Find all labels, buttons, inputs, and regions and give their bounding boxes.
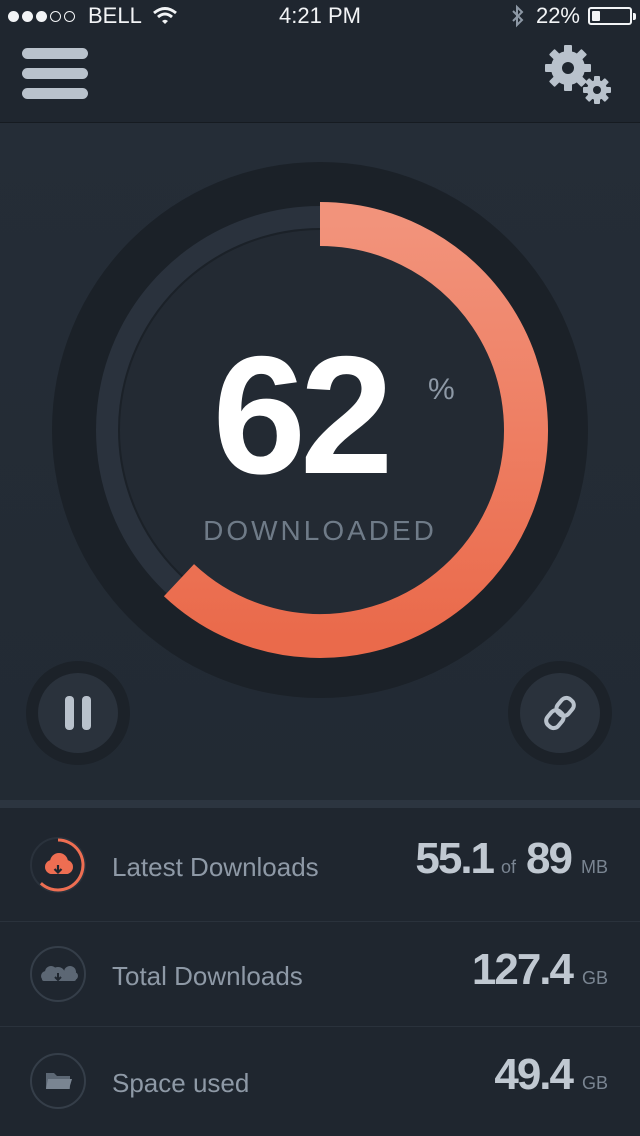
hamburger-menu-icon[interactable] (22, 46, 90, 102)
download-progress-panel: 62 % DOWNLOADED (0, 123, 640, 800)
progress-percent-sign: % (428, 373, 455, 406)
space-used-amount: 49.4 (494, 1050, 574, 1099)
stat-label-latest-downloads: Latest Downloads (112, 852, 319, 882)
latest-total-amount: 89 (526, 834, 573, 883)
total-downloads-amount: 127.4 (471, 945, 574, 994)
stat-row-space-used[interactable]: Space used 49.4 GB (0, 1026, 640, 1136)
stat-value-latest-downloads: 55.1 of 89 MB (415, 834, 608, 884)
battery-percent: 22% (535, 3, 580, 28)
folder-icon (30, 1053, 86, 1109)
progress-percent-value: 62 (212, 321, 394, 509)
gears-icon[interactable] (540, 40, 616, 108)
pause-button[interactable] (26, 661, 130, 765)
of-text: of (501, 857, 517, 877)
unit-label: GB (581, 1073, 608, 1093)
stat-row-latest-downloads[interactable]: Latest Downloads 55.1 of 89 MB (0, 808, 640, 922)
download-stats-list: Latest Downloads 55.1 of 89 MB Total Dow… (0, 808, 640, 1136)
stat-value-total-downloads: 127.4 GB (472, 945, 608, 995)
stat-label-space-used: Space used (112, 1068, 250, 1098)
stat-row-total-downloads[interactable]: Total Downloads 127.4 GB (0, 921, 640, 1027)
section-divider (0, 800, 640, 808)
pause-icon (65, 696, 91, 730)
link-icon (544, 695, 576, 731)
link-button[interactable] (508, 661, 612, 765)
status-bar: BELL 4:21 PM 22% (0, 0, 640, 32)
app-screen: BELL 4:21 PM 22% 62 % DOWNLOADED Latest … (0, 0, 640, 1136)
progress-label: DOWNLOADED (203, 515, 437, 546)
unit-label: GB (581, 968, 608, 988)
bluetooth-icon (512, 4, 524, 28)
clouds-icon (30, 946, 86, 1002)
unit-label: MB (581, 857, 608, 877)
header (0, 32, 640, 123)
cloud-download-icon (30, 837, 86, 893)
stat-value-space-used: 49.4 GB (494, 1050, 608, 1100)
latest-downloaded-amount: 55.1 (415, 834, 495, 883)
battery-icon (588, 7, 636, 25)
stat-label-total-downloads: Total Downloads (112, 961, 303, 991)
